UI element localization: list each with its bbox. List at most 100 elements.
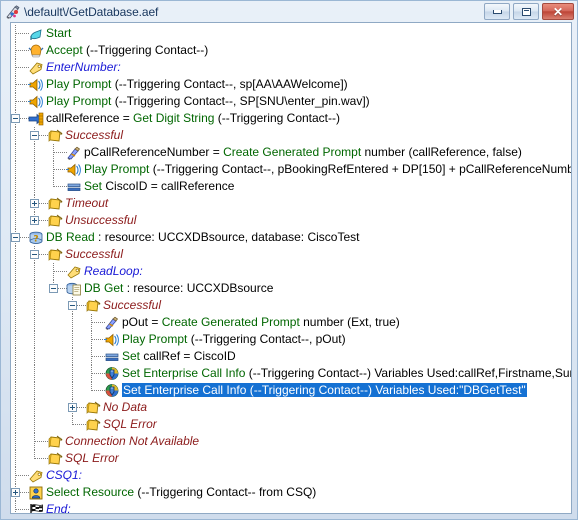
- tree-row[interactable]: Set Enterprise Call Info (--Triggering C…: [11, 365, 571, 382]
- tree-row-label: Set Enterprise Call Info (--Triggering C…: [122, 382, 527, 399]
- tree-row[interactable]: Timeout: [11, 195, 571, 212]
- tree-row-label: callReference = Get Digit String (--Trig…: [46, 110, 340, 127]
- tree-row-label: Set Enterprise Call Info (--Triggering C…: [122, 365, 571, 382]
- tree-guide-line: [15, 246, 16, 263]
- row-text-segment: Successful: [65, 128, 124, 142]
- row-text-segment: Play Prompt: [84, 162, 153, 176]
- row-text-segment: number (callReference, false): [364, 145, 522, 159]
- tree-row[interactable]: Set CiscoID = callReference: [11, 178, 571, 195]
- tree-row[interactable]: DB Read : resource: UCCXDBsource, databa…: [11, 229, 571, 246]
- window-controls: ✕: [484, 3, 574, 20]
- collapse-toggle[interactable]: [30, 131, 39, 140]
- tree-guide-line: [34, 280, 35, 297]
- row-text-segment: callRef = CiscoID: [143, 349, 236, 363]
- tree-row[interactable]: End:: [11, 501, 571, 514]
- tree-row[interactable]: Play Prompt (--Triggering Contact--, sp[…: [11, 76, 571, 93]
- tree-row[interactable]: CSQ1:: [11, 467, 571, 484]
- tree-guide-line: [34, 399, 35, 416]
- tree-guide-line: [72, 348, 73, 365]
- expand-toggle[interactable]: [68, 403, 77, 412]
- maximize-button[interactable]: [513, 3, 539, 20]
- tree-guide-line: [15, 144, 16, 161]
- tree-guide-line: [15, 314, 16, 331]
- tree-row[interactable]: callReference = Get Digit String (--Trig…: [11, 110, 571, 127]
- tree-row-label: Set CiscoID = callReference: [84, 178, 234, 195]
- expand-toggle[interactable]: [30, 199, 39, 208]
- row-text-segment: No Data: [103, 400, 148, 414]
- tree-row-label: Select Resource (--Triggering Contact-- …: [46, 484, 316, 501]
- tree-row[interactable]: Successful: [11, 297, 571, 314]
- tree-row-label: DB Read : resource: UCCXDBsource, databa…: [46, 229, 359, 246]
- tree-guide-line: [34, 263, 35, 280]
- label-tag-icon: [66, 264, 82, 279]
- generated-prompt-icon: [66, 145, 82, 161]
- tree-guide-line: [34, 144, 35, 161]
- script-editor-window: \default\/GetDatabase.aef ✕ Start Accept …: [0, 0, 578, 520]
- tree-row-label: SQL Error: [103, 416, 157, 433]
- tree-row[interactable]: SQL Error: [11, 450, 571, 467]
- tree-row-label: DB Get : resource: UCCXDBsource: [84, 280, 273, 297]
- tree-guide-line: [15, 365, 16, 382]
- tree-row[interactable]: No Data: [11, 399, 571, 416]
- script-tree[interactable]: Start Accept (--Triggering Contact--) Ente…: [11, 23, 571, 514]
- collapse-toggle[interactable]: [49, 284, 58, 293]
- collapse-toggle[interactable]: [68, 301, 77, 310]
- row-text-segment: (--Triggering Contact--): [217, 111, 340, 125]
- get-digit-string-icon: [28, 111, 44, 126]
- tree-row[interactable]: Play Prompt (--Triggering Contact--, SP[…: [11, 93, 571, 110]
- tree-row[interactable]: Unsuccessful: [11, 212, 571, 229]
- tree-guide-line: [34, 348, 35, 365]
- tree-guide-line: [15, 416, 16, 433]
- tree-row[interactable]: Connection Not Available: [11, 433, 571, 450]
- tree-row-label: Set callRef = CiscoID: [122, 348, 236, 365]
- row-text-segment: ReadLoop:: [84, 264, 143, 278]
- tree-row[interactable]: pOut = Create Generated Prompt number (E…: [11, 314, 571, 331]
- tree-row[interactable]: DB Get : resource: UCCXDBsource: [11, 280, 571, 297]
- row-text-segment: (--Triggering Contact-- from CSQ): [137, 485, 317, 499]
- row-text-segment: Create Generated Prompt: [161, 315, 304, 329]
- set-icon: [66, 179, 82, 194]
- tree-row[interactable]: Play Prompt (--Triggering Contact--, pOu…: [11, 331, 571, 348]
- minimize-button[interactable]: [484, 3, 510, 20]
- tree-row-label: No Data: [103, 399, 147, 416]
- tree-row[interactable]: Set Enterprise Call Info (--Triggering C…: [11, 382, 571, 399]
- tree-row[interactable]: Successful: [11, 127, 571, 144]
- collapse-toggle[interactable]: [11, 114, 20, 123]
- row-text-segment: Play Prompt: [46, 94, 115, 108]
- expand-toggle[interactable]: [30, 216, 39, 225]
- tree-row-label: End:: [46, 501, 71, 514]
- maximize-icon: [521, 7, 531, 16]
- tree-row[interactable]: ReadLoop:: [11, 263, 571, 280]
- tree-row[interactable]: Set callRef = CiscoID: [11, 348, 571, 365]
- row-text-segment: Set: [84, 179, 106, 193]
- tree-row[interactable]: pCallReferenceNumber = Create Generated …: [11, 144, 571, 161]
- row-text-segment: CSQ1:: [46, 468, 83, 482]
- row-text-segment: Select Resource: [46, 485, 138, 499]
- row-text-segment: Accept: [46, 43, 87, 57]
- row-text-segment: SQL Error: [65, 451, 119, 465]
- collapse-toggle[interactable]: [11, 233, 20, 242]
- tree-row[interactable]: Accept (--Triggering Contact--): [11, 42, 571, 59]
- collapse-toggle[interactable]: [30, 250, 39, 259]
- tree-row[interactable]: SQL Error: [11, 416, 571, 433]
- tree-row[interactable]: Play Prompt (--Triggering Contact--, pBo…: [11, 161, 571, 178]
- expand-toggle[interactable]: [11, 488, 20, 497]
- tree-guide-line: [72, 331, 73, 348]
- tree-row[interactable]: Successful: [11, 246, 571, 263]
- tree-row-label: Successful: [65, 246, 123, 263]
- generated-prompt-icon: [104, 315, 120, 331]
- tree-row[interactable]: EnterNumber:: [11, 59, 571, 76]
- script-canvas[interactable]: Start Accept (--Triggering Contact--) Ente…: [10, 22, 572, 514]
- tree-row-label: Accept (--Triggering Contact--): [46, 42, 208, 59]
- close-button[interactable]: ✕: [542, 3, 574, 20]
- db-read-icon: [28, 230, 44, 246]
- tree-row-label: ReadLoop:: [84, 263, 143, 280]
- row-text-segment: (--Triggering Contact--, sp[AA\AAWelcome…: [114, 77, 348, 91]
- tree-row[interactable]: Start: [11, 25, 571, 42]
- tree-row[interactable]: Select Resource (--Triggering Contact-- …: [11, 484, 571, 501]
- end-flag-icon: [28, 502, 44, 513]
- set-icon: [104, 349, 120, 364]
- row-text-segment: : resource: UCCXDBsource, database: Cisc…: [98, 230, 360, 244]
- row-text-segment: End:: [46, 502, 71, 514]
- play-prompt-icon: [28, 94, 44, 109]
